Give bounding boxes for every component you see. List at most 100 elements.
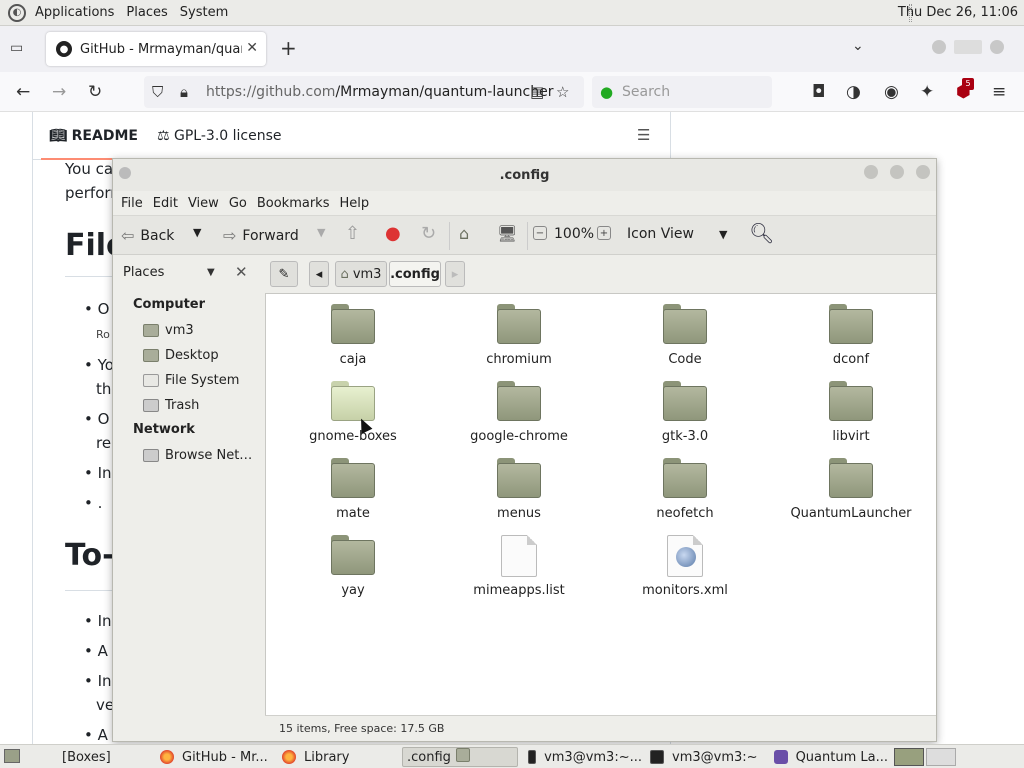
back-arrow-icon[interactable]: ←	[16, 82, 30, 102]
taskbar-item-quantum[interactable]: Quantum La...	[774, 747, 888, 767]
maximize-icon[interactable]	[890, 165, 904, 179]
extensions-icon[interactable]: ✦	[920, 82, 934, 102]
zoom-out-button[interactable]: −	[533, 226, 547, 240]
status-bar: 15 items, Free space: 17.5 GB	[265, 715, 936, 741]
close-tab-icon[interactable]: ✕	[246, 40, 258, 56]
taskbar-item-boxes[interactable]: [Boxes]	[40, 747, 150, 767]
file-item[interactable]: monitors.xml	[610, 535, 760, 605]
zoom-level[interactable]: 100%	[554, 226, 594, 242]
sidebar-item-vm3[interactable]: vm3	[143, 320, 194, 340]
new-tab-icon[interactable]: +	[280, 36, 297, 60]
file-item[interactable]: mate	[278, 458, 428, 528]
close-sidebar-icon[interactable]: ✕	[235, 263, 248, 281]
breadcrumb-vm3[interactable]: ⌂ vm3	[335, 261, 387, 287]
file-item[interactable]: menus	[444, 458, 594, 528]
close-icon[interactable]	[916, 165, 930, 179]
search-engine-icon[interactable]: ●	[600, 83, 613, 101]
taskbar-item-config[interactable]: .config	[402, 747, 518, 767]
file-item[interactable]: chromium	[444, 304, 594, 374]
url-bar[interactable]: ⛉ 🔒︎ https://github.com/Mrmayman/quantum…	[144, 76, 584, 108]
file-label: mate	[336, 506, 370, 521]
menu-help[interactable]: Help	[339, 196, 369, 211]
sidebar-item-filesystem[interactable]: File System	[143, 370, 239, 390]
file-item[interactable]: mimeapps.list	[444, 535, 594, 605]
bookmark-star-icon[interactable]: ☆	[556, 83, 569, 101]
hamburger-menu-icon[interactable]: ≡	[992, 82, 1006, 102]
taskbar-item-terminal-1[interactable]: vm3@vm3:~...	[528, 747, 642, 767]
forward-history-dropdown-icon[interactable]: ▼	[317, 226, 325, 239]
view-mode-label: Icon View	[627, 226, 694, 242]
view-mode-select[interactable]: Icon View ▼	[627, 226, 731, 242]
back-button[interactable]: ⇦ Back	[121, 226, 174, 245]
file-item[interactable]: Code	[610, 304, 760, 374]
places-menu[interactable]: Places	[123, 3, 170, 22]
forward-arrow-icon[interactable]: →	[52, 82, 66, 102]
reload-icon[interactable]: ↻	[421, 223, 436, 244]
breadcrumb-config[interactable]: .config	[389, 261, 441, 287]
taskbar-item-terminal-2[interactable]: vm3@vm3:~	[650, 747, 762, 767]
account-icon[interactable]: ◉	[884, 82, 899, 102]
menu-edit[interactable]: Edit	[153, 196, 178, 211]
back-history-dropdown-icon[interactable]: ▼	[193, 226, 201, 239]
show-desktop-icon[interactable]	[4, 749, 20, 763]
file-item[interactable]: dconf	[776, 304, 926, 374]
close-window-icon[interactable]	[990, 40, 1004, 54]
tab-github[interactable]: ● GitHub - Mrmayman/quantum-launcher ✕	[46, 32, 266, 66]
sidebar-item-browse-network[interactable]: Browse Net…	[143, 445, 252, 465]
file-item[interactable]: libvirt	[776, 381, 926, 451]
minimize-icon[interactable]	[932, 40, 946, 54]
firefox-view-icon[interactable]: ▭	[10, 40, 28, 56]
file-item[interactable]: gtk-3.0	[610, 381, 760, 451]
list-all-tabs-icon[interactable]: ⌄	[852, 38, 864, 54]
caja-titlebar[interactable]: .config	[113, 159, 936, 191]
lock-icon[interactable]: 🔒︎	[180, 83, 188, 101]
sidebar-item-desktop[interactable]: Desktop	[143, 345, 219, 365]
menu-view[interactable]: View	[188, 196, 219, 211]
file-item[interactable]: caja	[278, 304, 428, 374]
up-icon[interactable]: ⇧	[345, 223, 360, 244]
pocket-icon[interactable]: ◘	[812, 82, 825, 102]
breadcrumb-right-button[interactable]: ▸	[445, 261, 465, 287]
outline-icon[interactable]: ☰	[637, 126, 650, 144]
mate-logo-icon[interactable]: ◐	[8, 3, 26, 22]
search-icon[interactable]: 🔍︎	[749, 221, 774, 245]
home-folder-icon[interactable]: ⌂	[459, 224, 469, 243]
menu-file[interactable]: File	[121, 196, 143, 211]
applications-menu[interactable]: Applications	[32, 3, 117, 22]
menu-bookmarks[interactable]: Bookmarks	[257, 196, 330, 211]
stop-icon[interactable]: ●	[385, 223, 401, 244]
file-label: Code	[668, 352, 702, 367]
readme-tab[interactable]: 📖︎ README	[41, 128, 146, 160]
clock[interactable]: Thu Dec 26, 11:06	[898, 5, 1018, 20]
workspace-1[interactable]	[894, 748, 924, 766]
sidebar-mode-label[interactable]: Places	[123, 265, 164, 280]
folder-icon	[331, 535, 375, 575]
taskbar-item-github[interactable]: GitHub - Mr...	[160, 747, 272, 767]
icon-view[interactable]: caja chromium Code dconf gnome-boxes goo…	[265, 293, 936, 715]
forward-button[interactable]: ⇨ Forward	[223, 226, 299, 245]
file-item[interactable]: yay	[278, 535, 428, 605]
system-menu[interactable]: System	[177, 3, 231, 22]
dark-reader-icon[interactable]: ◑	[846, 82, 861, 102]
reader-view-icon[interactable]: ▤	[530, 83, 544, 101]
zoom-in-button[interactable]: +	[597, 226, 611, 240]
file-item[interactable]: QuantumLauncher	[776, 458, 926, 528]
reload-icon[interactable]: ↻	[88, 82, 102, 102]
taskbar-item-library[interactable]: Library	[282, 747, 394, 767]
toggle-location-entry-button[interactable]: ✎	[270, 261, 298, 287]
maximize-icon[interactable]	[954, 40, 982, 54]
shield-icon[interactable]: ⛉	[152, 83, 163, 101]
menu-go[interactable]: Go	[229, 196, 247, 211]
computer-icon[interactable]: 🖥︎	[497, 224, 517, 243]
file-item[interactable]: gnome-boxes	[278, 381, 428, 451]
url-text[interactable]: https://github.com/Mrmayman/quantum-laun…	[206, 84, 553, 100]
sidebar-mode-dropdown-icon[interactable]: ▼	[207, 267, 215, 278]
search-bar[interactable]: ● Search	[592, 76, 772, 108]
file-item[interactable]: google-chrome	[444, 381, 594, 451]
file-item[interactable]: neofetch	[610, 458, 760, 528]
workspace-2[interactable]	[926, 748, 956, 766]
license-tab[interactable]: ⚖ GPL-3.0 license	[157, 128, 282, 144]
breadcrumb-left-button[interactable]: ◂	[309, 261, 329, 287]
sidebar-item-trash[interactable]: Trash	[143, 395, 199, 415]
minimize-icon[interactable]	[864, 165, 878, 179]
